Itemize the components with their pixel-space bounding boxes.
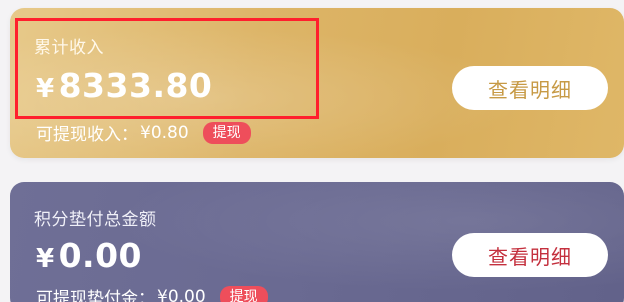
income-amount-value: 8333.80 [58, 66, 213, 105]
income-amount: ¥8333.80 [36, 66, 212, 105]
income-withdrawable-value: ¥0.80 [140, 122, 189, 143]
income-currency-symbol: ¥ [36, 74, 55, 104]
points-amount-value: 0.00 [58, 236, 143, 275]
points-card: 积分垫付总金额 ¥0.00 可提现垫付金： ¥0.00 提现 查看明细 [10, 182, 624, 302]
income-withdrawable-row: 可提现收入： ¥0.80 提现 [36, 120, 251, 145]
income-detail-button[interactable]: 查看明细 [452, 66, 608, 110]
points-withdrawable-value: ¥0.00 [157, 286, 206, 302]
income-withdraw-button[interactable]: 提现 [202, 121, 251, 144]
points-detail-button[interactable]: 查看明细 [452, 233, 608, 277]
points-currency-symbol: ¥ [36, 244, 55, 274]
income-title: 累计收入 [34, 38, 104, 58]
income-card: 累计收入 ¥8333.80 可提现收入： ¥0.80 提现 查看明细 [10, 8, 624, 158]
income-withdrawable-label: 可提现收入： [36, 125, 138, 145]
points-withdrawable-row: 可提现垫付金： ¥0.00 提现 [36, 284, 268, 302]
points-withdrawable-label: 可提现垫付金： [36, 289, 155, 302]
points-title: 积分垫付总金额 [34, 210, 157, 230]
points-withdraw-button[interactable]: 提现 [219, 285, 268, 302]
points-amount: ¥0.00 [36, 236, 142, 275]
page: 累计收入 ¥8333.80 可提现收入： ¥0.80 提现 查看明细 积分垫付总… [0, 0, 624, 302]
